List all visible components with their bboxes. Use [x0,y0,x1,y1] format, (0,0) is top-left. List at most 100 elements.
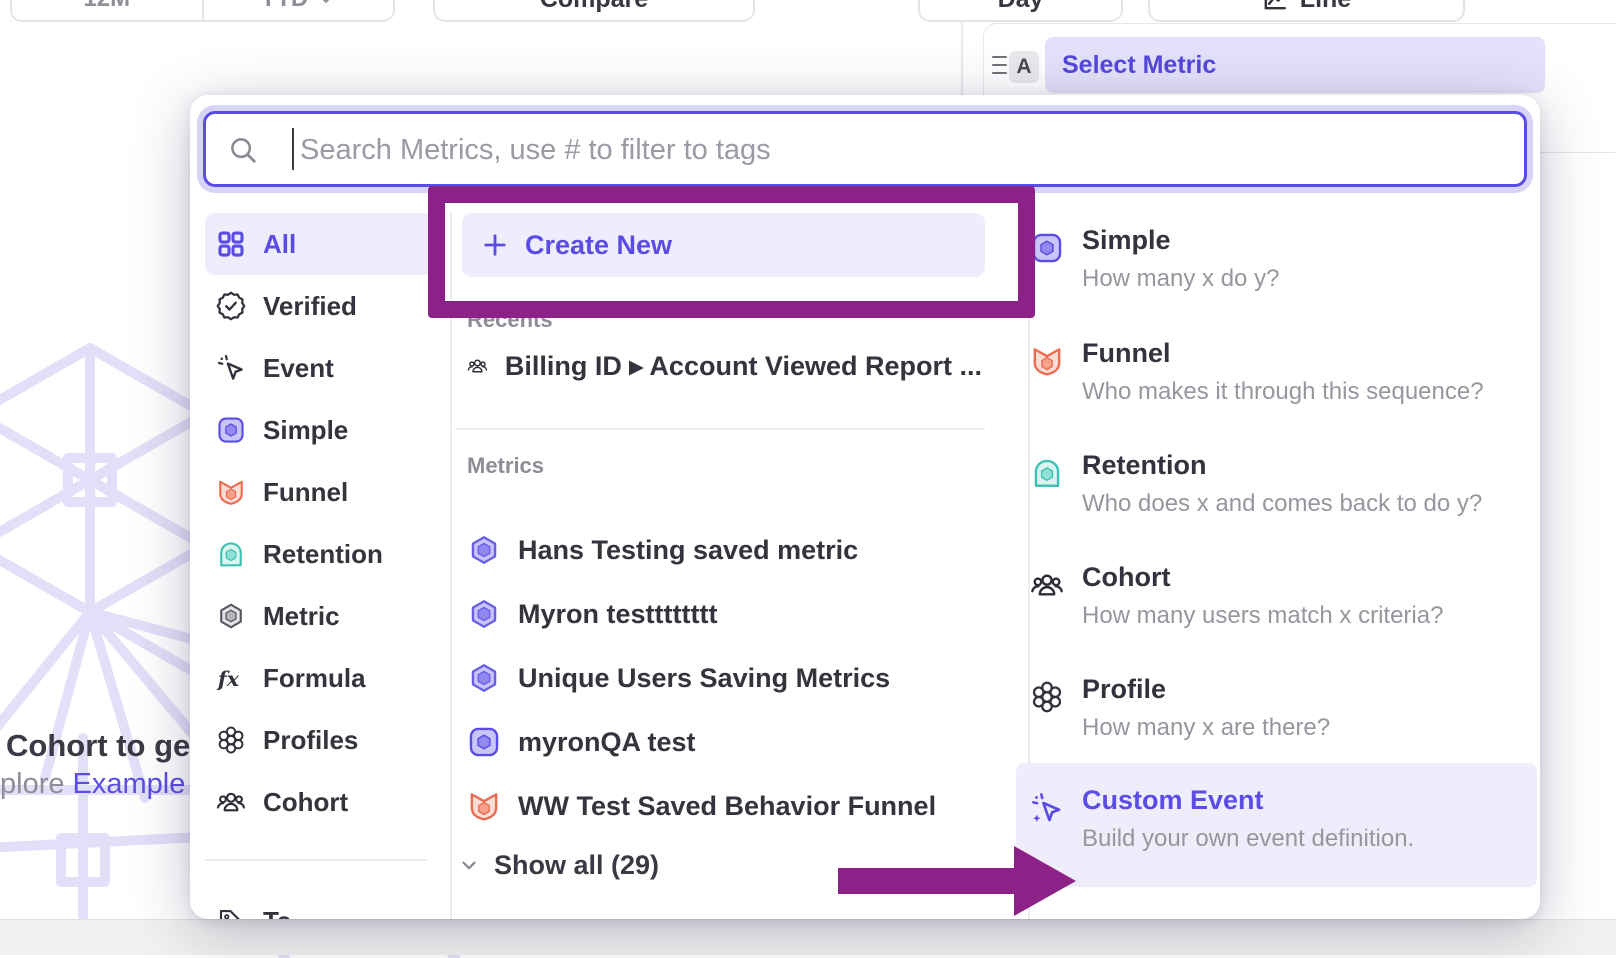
sidebar-section-divider [205,859,427,861]
clause-letter-badge: A [1009,51,1039,83]
sidebar-item-label: Simple [263,415,348,446]
measurement-type-subtitle: Build your own event definition. [1082,825,1414,853]
metric-icon [216,601,246,631]
drag-handle-icon[interactable] [992,56,1007,74]
saved-metric-item-hans-testing-saved-metric[interactable]: Hans Testing saved metric [467,519,982,581]
sidebar-item-all[interactable]: All [205,213,435,275]
sidebar-item-label: Retention [263,539,383,570]
measurement-type-subtitle: Who does x and comes back to do y? [1082,490,1482,518]
recent-item-label: Billing ID ▸ Account Viewed Report ... [505,351,982,382]
show-all-button[interactable]: Show all (29) [458,843,659,887]
sidebar-item-label: Profiles [263,725,358,756]
simple-icon [1030,231,1064,265]
sidebar-item-formula[interactable]: fx Formula [205,647,435,709]
explore-text-fragment: plore [0,768,73,800]
funnel-icon [467,789,501,823]
day-label: Day [998,0,1044,14]
measurement-type-profile[interactable]: ProfileHow many x are there? [1016,652,1537,776]
sidebar-item-simple[interactable]: Simple [205,399,435,461]
metrics-section-label: Metrics [467,453,544,479]
range-12m-button[interactable]: 12M [12,0,202,20]
metric-saved-icon [467,533,501,567]
granularity-day-button[interactable]: Day [918,0,1123,22]
measurement-type-cohort[interactable]: Cohort How many users match x criteria? [1016,540,1537,664]
show-all-label: Show all (29) [494,850,659,881]
sidebar-item-label: Event [263,353,334,384]
saved-metric-item-unique-users-saving-metrics[interactable]: Unique Users Saving Metrics [467,647,982,709]
sidebar-divider-line [450,213,452,919]
measurement-type-title: Cohort [1082,562,1170,593]
sidebar-item-funnel[interactable]: Funnel [205,461,435,523]
measurement-type-retention[interactable]: Retention Who does x and comes back to do… [1016,428,1537,552]
sidebar-item-label: Ta [263,906,291,920]
simple-icon [216,415,246,445]
saved-metric-label: WW Test Saved Behavior Funnel [518,791,936,822]
measurement-type-subtitle: Who makes it through this sequence? [1082,378,1484,406]
saved-metric-item-ww-test-saved-behavior-funnel[interactable]: WW Test Saved Behavior Funnel [467,775,982,837]
simple-icon [467,725,501,759]
funnel-icon [1030,344,1064,378]
sidebar-item-metric[interactable]: Metric [205,585,435,647]
sidebar-item-event[interactable]: Event [205,337,435,399]
measurement-type-title: Custom Event [1082,785,1264,816]
sidebar-item-label: All [263,229,296,260]
chevron-down-icon [458,854,480,876]
annotation-arrow [836,840,1078,922]
metric-saved-icon [467,597,501,631]
search-box [203,111,1527,187]
sidebar-item-cohort[interactable]: Cohort [205,771,435,833]
annotation-highlight-box [428,186,1035,318]
custom-event-icon [1030,791,1064,825]
sidebar-item-partial[interactable]: Ta [205,890,435,919]
measurement-type-subtitle: How many users match x criteria? [1082,602,1443,630]
sidebar-item-profiles[interactable]: Profiles [205,709,435,771]
range-12m-label: 12M [83,0,130,13]
measurement-type-title: Funnel [1082,338,1171,369]
saved-metric-label: Unique Users Saving Metrics [518,663,890,694]
cohort-icon [1030,568,1064,602]
profiles-icon [216,725,246,755]
metric-saved-icon [467,661,501,695]
sidebar-item-verified[interactable]: Verified [205,275,435,337]
saved-metric-item-myron-testttttttt[interactable]: Myron testttttttt [467,583,982,645]
search-icon [228,135,258,165]
range-ytd-button[interactable]: YTD [202,0,394,20]
retention-icon [216,539,246,569]
cohort-icon [467,350,488,382]
sidebar-item-label: Metric [263,601,340,632]
verified-icon [216,291,246,321]
retention-icon [1030,456,1064,490]
sidebar-item-label: Formula [263,663,366,694]
chart-type-line-button[interactable]: Line [1148,0,1465,22]
recents-divider [455,428,985,430]
text-cursor [292,128,294,170]
grid-icon [216,229,246,259]
measurement-type-funnel[interactable]: Funnel Who makes it through this sequence… [1016,316,1537,440]
recent-item[interactable]: Billing ID ▸ Account Viewed Report ... [467,335,982,397]
measurement-type-title: Profile [1082,674,1166,705]
search-input[interactable] [298,116,1492,184]
event-icon [216,353,246,383]
compare-button[interactable]: Compare [433,0,755,22]
line-chart-icon [1262,0,1288,12]
compare-label: Compare [540,0,648,14]
svg-text:fx: fx [216,667,240,691]
saved-metric-label: Hans Testing saved metric [518,535,858,566]
saved-metric-label: myronQA test [518,727,696,758]
measurement-type-simple[interactable]: SimpleHow many x do y? [1016,203,1537,327]
empty-state-subtext-fragment: plore Example R [0,768,214,801]
date-range-segmented-control: 12M YTD [10,0,395,22]
select-metric-button[interactable]: Select Metric [1045,37,1545,93]
profiles-icon [1030,680,1064,714]
formula-icon: fx [216,663,246,693]
measurement-type-custom-event[interactable]: Custom Event Build your own event definit… [1016,763,1537,887]
sidebar-item-retention[interactable]: Retention [205,523,435,585]
page-bottom-strip [0,919,1616,955]
saved-metric-label: Myron testttttttt [518,599,717,630]
saved-metric-item-myronqa-test[interactable]: myronQA test [467,711,982,773]
sidebar-item-label: Funnel [263,477,348,508]
funnel-icon [216,477,246,507]
select-metric-label: Select Metric [1062,51,1216,80]
sidebar-item-label: Cohort [263,787,348,818]
measurement-type-title: Retention [1082,450,1207,481]
